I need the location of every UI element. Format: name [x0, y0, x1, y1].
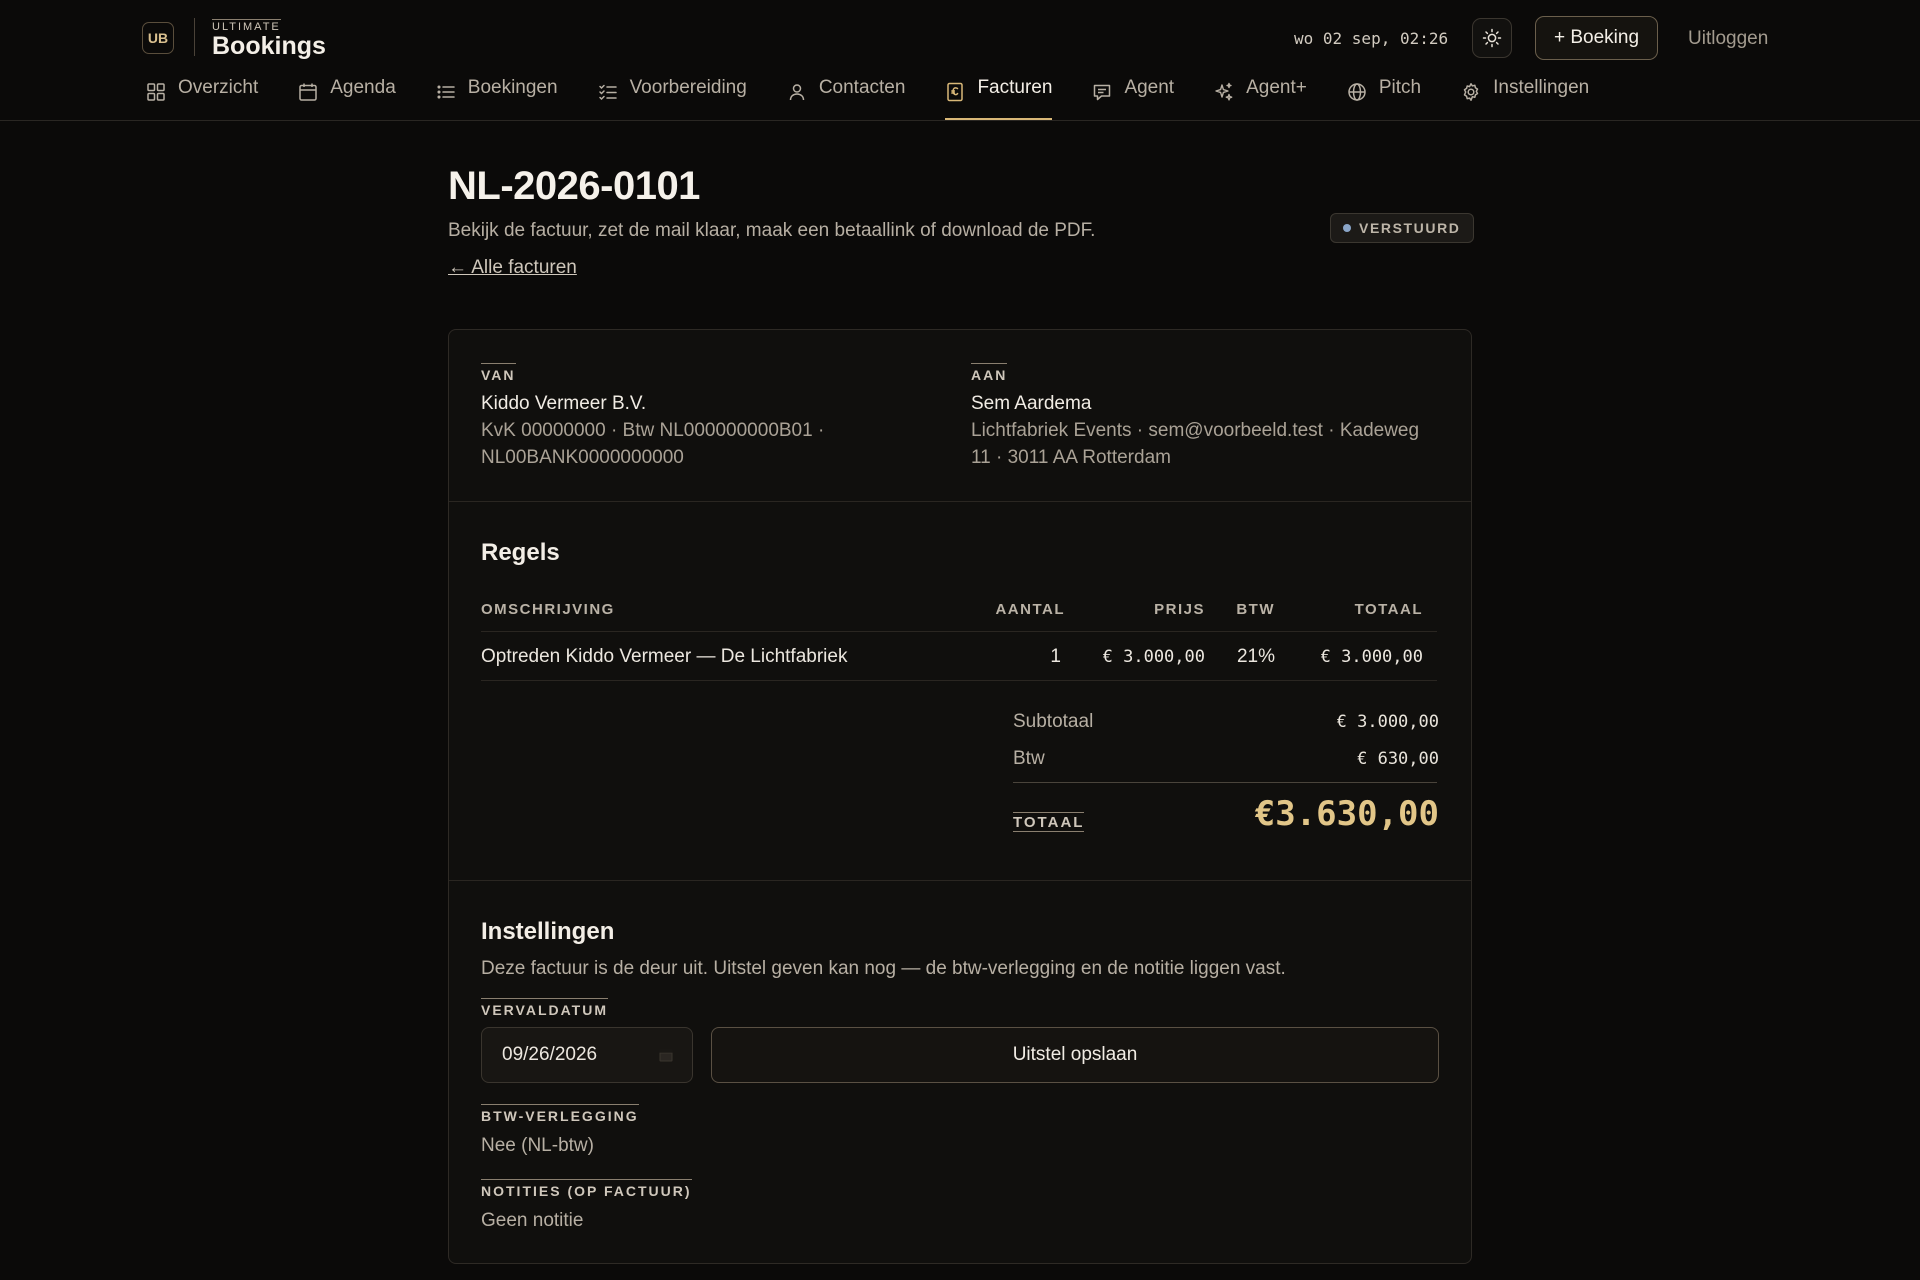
- due-date-label: VERVALDATUM: [481, 998, 608, 1017]
- calendar-icon: [299, 83, 317, 101]
- due-date-input[interactable]: 09/26/2026: [481, 1027, 693, 1083]
- nav-item-instellingen[interactable]: Instellingen: [1461, 76, 1589, 120]
- nav-label: Facturen: [977, 77, 1053, 98]
- sun-icon: [1482, 28, 1502, 48]
- total-label: TOTAAL: [1013, 812, 1085, 832]
- from-details: KvK 00000000 · Btw NL000000000B01 · NL00…: [481, 420, 825, 468]
- nav-item-facturen[interactable]: Facturen: [945, 76, 1052, 120]
- lines-title: Regels: [481, 539, 560, 566]
- subtotal-value: € 3.000,00: [1336, 712, 1439, 732]
- notes-value: Geen notitie: [481, 1210, 584, 1231]
- nav-label: Voorbereiding: [629, 77, 747, 98]
- new-booking-button[interactable]: + Boeking: [1535, 16, 1658, 60]
- logout-link[interactable]: Uitloggen: [1688, 27, 1768, 51]
- subtotal-label: Subtotaal: [1013, 711, 1094, 732]
- from-label: VAN: [481, 363, 516, 382]
- status-dot: [1343, 224, 1351, 232]
- nav-item-agent-plus[interactable]: Agent+: [1214, 76, 1307, 120]
- from-name: Kiddo Vermeer B.V.: [481, 393, 647, 414]
- sparkle-icon: [1215, 82, 1233, 101]
- total-value: €3.630,00: [1254, 794, 1439, 834]
- page-subtitle: Bekijk de factuur, zet de mail klaar, ma…: [448, 220, 1096, 241]
- clock: wo 02 sep, 02:26: [1294, 29, 1449, 48]
- list-icon: [437, 85, 455, 99]
- nav-label: Agenda: [330, 77, 396, 98]
- grid-icon: [147, 83, 165, 101]
- col-quantity: AANTAL: [995, 601, 1065, 618]
- vat-reverse-value: Nee (NL-btw): [481, 1135, 594, 1156]
- nav-item-boekingen[interactable]: Boekingen: [436, 76, 558, 120]
- nav-item-agent[interactable]: Agent: [1092, 76, 1174, 120]
- checklist-icon: [598, 84, 617, 101]
- notes-label: NOTITIES (OP FACTUUR): [481, 1179, 692, 1198]
- row-vat: 21%: [1236, 646, 1275, 667]
- brand-name: Bookings: [212, 32, 326, 60]
- to-label: AAN: [971, 363, 1008, 382]
- top-bar: UB ULTIMATE Bookings wo 02 sep, 02:26 + …: [0, 0, 1920, 121]
- status-badge: VERSTUURD: [1330, 213, 1474, 243]
- nav-label: Boekingen: [467, 77, 558, 98]
- logo-divider: [194, 18, 195, 56]
- table-header-divider: [481, 631, 1437, 632]
- settings-title: Instellingen: [481, 918, 615, 945]
- to-name: Sem Aardema: [971, 393, 1092, 414]
- col-price: PRIJS: [1154, 601, 1205, 618]
- due-date-value: 09/26/2026: [502, 1044, 598, 1065]
- col-total: TOTAAL: [1354, 601, 1423, 618]
- table-row-divider: [481, 680, 1437, 681]
- nav-label: Agent: [1124, 77, 1175, 98]
- nav-label: Overzicht: [178, 77, 259, 98]
- nav-item-overzicht[interactable]: Overzicht: [146, 76, 258, 120]
- section-divider: [449, 501, 1471, 502]
- vat-reverse-label: BTW-VERLEGGING: [481, 1104, 639, 1123]
- col-description: OMSCHRIJVING: [481, 601, 615, 618]
- theme-toggle-button[interactable]: [1472, 18, 1512, 58]
- nav-item-agenda[interactable]: Agenda: [298, 76, 396, 120]
- nav-item-contacten[interactable]: Contacten: [787, 76, 905, 120]
- invoice-icon: [947, 82, 964, 102]
- invoice-card: VAN Kiddo Vermeer B.V. KvK 00000000 · Bt…: [448, 329, 1472, 1264]
- row-description: Optreden Kiddo Vermeer — De Lichtfabriek: [481, 646, 848, 667]
- nav-label: Agent+: [1246, 77, 1307, 98]
- back-to-invoices-link[interactable]: ← Alle facturen: [448, 256, 577, 280]
- to-details: Lichtfabriek Events · sem@voorbeeld.test…: [971, 420, 1420, 468]
- gear-icon: [1463, 83, 1479, 101]
- vat-value: € 630,00: [1357, 749, 1439, 769]
- totals-divider: [1013, 782, 1437, 783]
- row-quantity: 1: [1050, 646, 1061, 667]
- person-icon: [789, 84, 805, 101]
- nav-label: Pitch: [1378, 77, 1422, 98]
- app-logo[interactable]: UB: [142, 22, 174, 54]
- globe-icon: [1348, 83, 1366, 101]
- section-divider: [449, 880, 1471, 881]
- row-total: € 3.000,00: [1320, 647, 1423, 667]
- status-label: VERSTUURD: [1359, 220, 1461, 236]
- page-title: NL-2026-0101: [448, 164, 700, 208]
- logo-mark: UB: [147, 30, 169, 46]
- calendar-picker-icon[interactable]: [658, 1047, 674, 1063]
- chat-icon: [1094, 84, 1111, 101]
- save-extension-button[interactable]: Uitstel opslaan: [711, 1027, 1439, 1083]
- col-vat: BTW: [1236, 601, 1275, 618]
- row-price: € 3.000,00: [1102, 647, 1205, 667]
- nav-label: Contacten: [818, 77, 906, 98]
- main-nav: Overzicht Agenda Boekingen Voorbereiding…: [146, 76, 1629, 120]
- nav-item-pitch[interactable]: Pitch: [1347, 76, 1421, 120]
- settings-description: Deze factuur is de deur uit. Uitstel gev…: [481, 958, 1286, 979]
- vat-label: Btw: [1013, 748, 1045, 769]
- nav-item-voorbereiding[interactable]: Voorbereiding: [598, 76, 747, 120]
- nav-label: Instellingen: [1493, 77, 1590, 98]
